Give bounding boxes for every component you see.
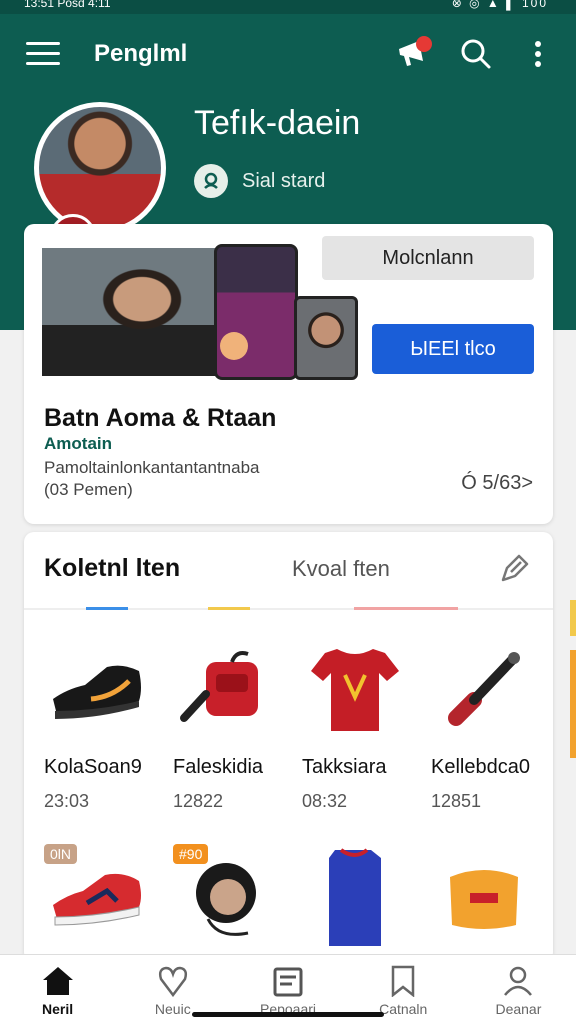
location-icon (220, 332, 248, 360)
featured-description: Pamoltainlonkantantantnaba (44, 458, 260, 477)
featured-subtitle: Amotain (44, 434, 112, 453)
nav-label: Neuic (154, 1001, 191, 1017)
share-button[interactable] (497, 550, 533, 586)
edge-accent (570, 600, 576, 636)
product-name: Faleskidia (173, 756, 264, 778)
product-card[interactable]: KolaSoan9 23:03 (32, 634, 161, 820)
more-vert-icon (535, 41, 541, 67)
profile-subtitle-text: Sial stard (242, 169, 326, 192)
tab-indicator (208, 607, 250, 610)
wallet-icon (273, 967, 303, 997)
bag-icon (161, 634, 290, 744)
product-grid: KolaSoan9 23:03 Faleskidia 12822 Takksia… (32, 634, 548, 962)
torch-icon (419, 634, 548, 744)
pin-icon (194, 164, 228, 198)
app-title: Penglml (94, 40, 188, 67)
bookmark-icon (391, 965, 415, 997)
tab-indicator (86, 607, 128, 610)
collection-card: Koletnl lten Kvoal ften KolaSoan9 23:03 (24, 532, 553, 962)
product-name: KolaSoan9 (44, 756, 142, 778)
product-price: 23:03 (44, 791, 90, 811)
heart-icon (158, 966, 187, 997)
sneaker-icon (32, 634, 161, 744)
appbar-actions (396, 36, 556, 72)
featured-thumbnail[interactable] (214, 244, 298, 380)
avatar-photo (39, 107, 161, 229)
blue-jersey-icon (290, 842, 419, 952)
product-card[interactable]: 0lN (32, 842, 161, 962)
product-price: 08:32 (302, 791, 348, 811)
status-bar: 13:51 Posd 4:11 ⊗ ◎ ▲ ▌ 100 (0, 0, 576, 14)
tab-secondary[interactable]: Kvoal ften (292, 556, 390, 582)
menu-button[interactable] (26, 42, 60, 68)
more-options-button[interactable] (520, 36, 556, 72)
profile-name: Tefık-daein (194, 104, 361, 142)
featured-image (42, 248, 224, 376)
profile-subtitle: Sial stard (194, 164, 325, 198)
product-card[interactable] (419, 842, 548, 962)
product-card[interactable]: Takksiara 08:32 (290, 634, 419, 820)
nav-label: Neril (42, 1001, 74, 1017)
featured-thumbnail-small[interactable] (294, 296, 358, 380)
product-badge: 0lN (44, 844, 78, 864)
product-price: 12822 (173, 791, 224, 811)
jersey-icon (290, 634, 419, 744)
product-card[interactable]: Kellebdca0 12851 (419, 634, 548, 820)
featured-title: Batn Aoma & Rtaan (44, 404, 277, 432)
tab-indicator (354, 607, 458, 610)
product-name: Kellebdca0 (431, 756, 530, 778)
notification-badge (416, 36, 432, 52)
product-card[interactable]: #90 (161, 842, 290, 962)
featured-stats[interactable]: Ó 5/63> (461, 472, 533, 495)
featured-card[interactable]: Molcnlann ЫЕЕl tlco Batn Aoma & Rtaan Am… (24, 224, 553, 524)
search-icon (461, 39, 491, 69)
status-time: 13:51 Posd 4:11 (24, 0, 111, 10)
home-icon (42, 967, 73, 995)
avatar[interactable] (34, 102, 166, 234)
nav-home[interactable]: Neril (0, 955, 115, 1024)
edge-accent (570, 650, 576, 758)
nav-label: Deanar (495, 1001, 542, 1017)
nav-label: Catnaln (379, 1001, 428, 1017)
product-name: Takksiara (302, 756, 387, 778)
notification-button[interactable] (396, 36, 432, 72)
search-button[interactable] (458, 36, 494, 72)
product-price: 12851 (431, 791, 482, 811)
product-badge: #90 (173, 844, 209, 864)
profile-icon (504, 966, 533, 996)
featured-count: (03 Pemen) (44, 480, 133, 499)
product-card[interactable] (290, 842, 419, 962)
box-icon (419, 842, 548, 952)
product-card[interactable]: Faleskidia 12822 (161, 634, 290, 820)
status-icons: ⊗ ◎ ▲ ▌ 100 (451, 0, 548, 10)
nav-profile[interactable]: Deanar (461, 955, 576, 1024)
follow-button[interactable]: Molcnlann (322, 236, 534, 280)
tab-collection[interactable]: Koletnl lten (44, 554, 180, 583)
primary-action-button[interactable]: ЫЕЕl tlco (372, 324, 534, 374)
home-indicator (192, 1012, 384, 1017)
share-icon (501, 554, 529, 582)
